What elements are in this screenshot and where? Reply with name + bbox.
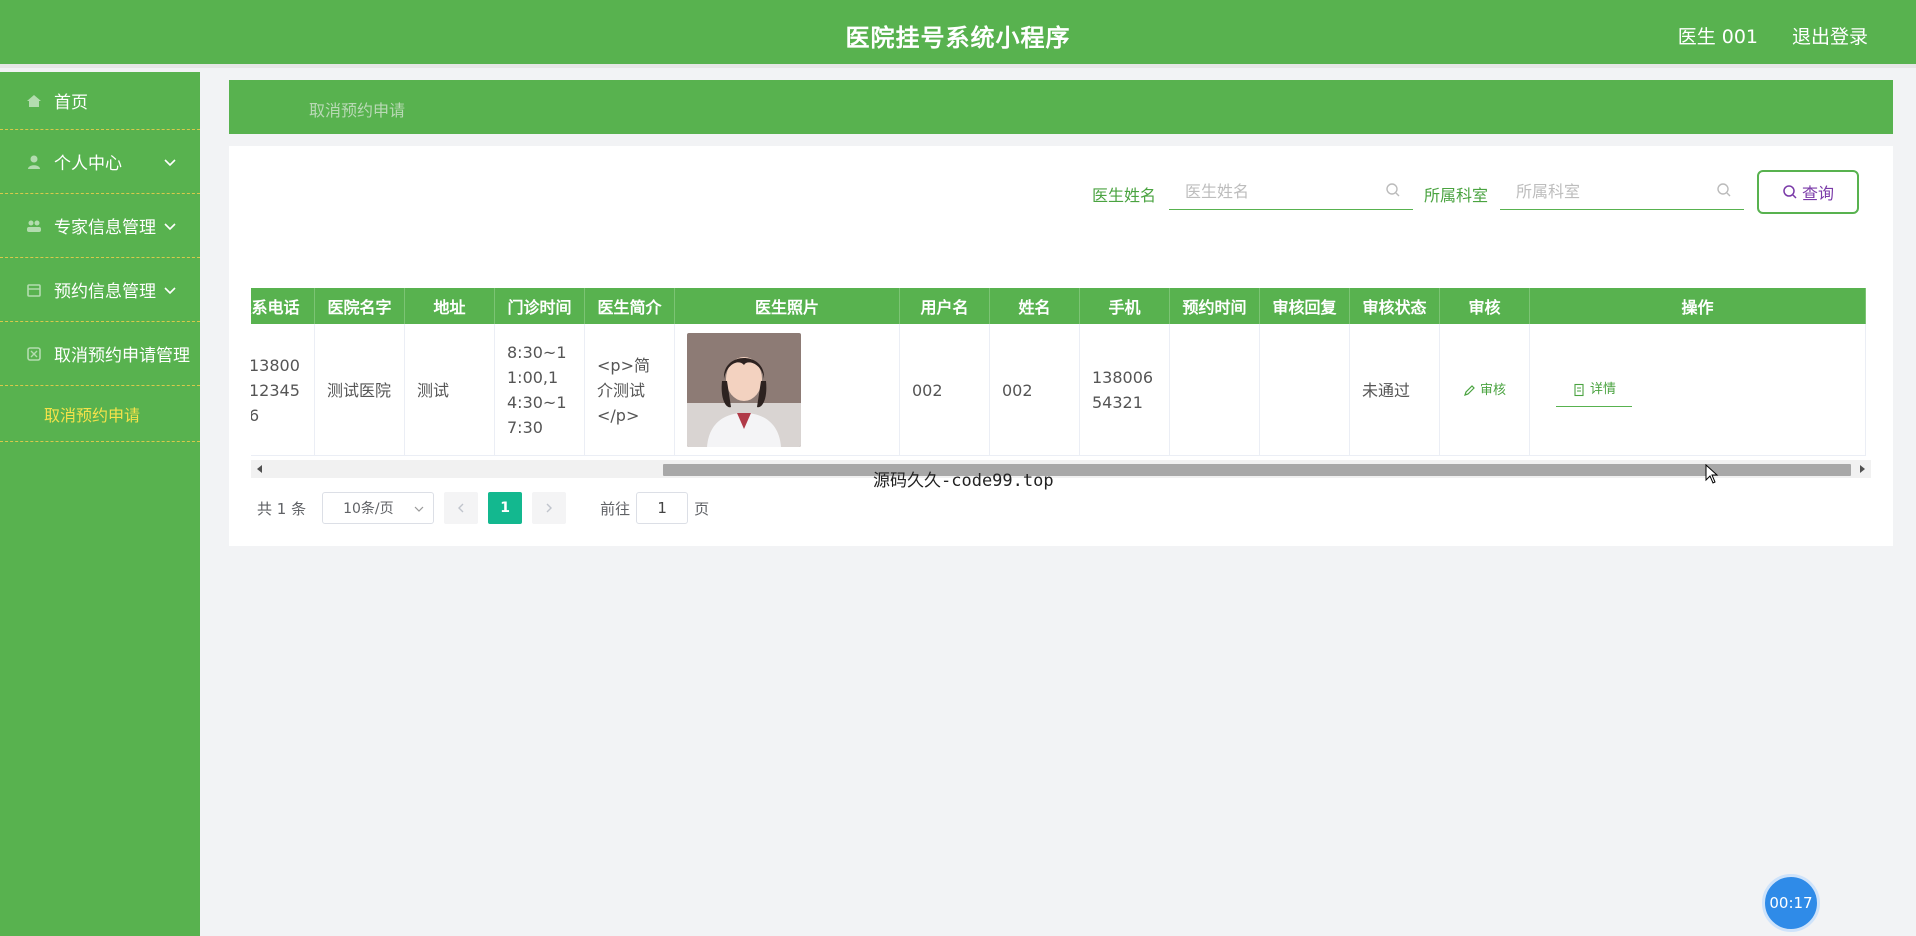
col-appt-time: 预约时间 [1170, 288, 1260, 324]
cell-appt-time [1170, 324, 1260, 456]
app-title: 医院挂号系统小程序 [845, 24, 1071, 52]
review-button-label: 审核 [1479, 382, 1506, 398]
goto-prefix: 前往 [600, 499, 631, 518]
cell-address: 测试 [405, 324, 495, 456]
col-address: 地址 [405, 288, 495, 324]
chevron-right-icon [546, 503, 553, 513]
prev-page-button[interactable] [444, 492, 479, 524]
cell-status: 未通过 [1350, 324, 1440, 456]
data-table: 联系电话 医院名字 地址 门诊时间 医生简介 医生照片 用户名 姓名 手机 预约… [251, 288, 1871, 478]
goto-suffix: 页 [694, 499, 710, 518]
col-intro: 医生简介 [585, 288, 675, 324]
overlay-caption: 源码久久-code99.top [873, 471, 1054, 491]
col-mobile: 手机 [1080, 288, 1170, 324]
col-photo: 医生照片 [675, 288, 900, 324]
sidebar-item-label: 个人中心 [54, 154, 122, 174]
col-status: 审核状态 [1350, 288, 1440, 324]
cell-intro: <p>简介测试</p> [585, 324, 675, 456]
next-page-button[interactable] [532, 492, 567, 524]
search-icon [1386, 183, 1400, 197]
scroll-left-icon[interactable] [255, 464, 265, 474]
sidebar-item-label: 专家信息管理 [54, 218, 156, 238]
cell-username: 002 [900, 324, 990, 456]
cancel-icon [26, 346, 42, 362]
cell-photo [675, 324, 900, 456]
page-number-button[interactable]: 1 [488, 492, 523, 524]
people-icon [26, 218, 42, 234]
pagination: 共 1 条 10条/页 1 前往 1 页 [257, 492, 709, 524]
table-row: 13800123456 测试医院 测试 8:30~11:00,14:30~17:… [251, 324, 1866, 456]
logout-button[interactable]: 退出登录 [1792, 22, 1868, 49]
chevron-down-icon [164, 286, 176, 294]
detail-button-label: 详情 [1590, 382, 1617, 397]
user-icon [26, 154, 42, 170]
query-button-label: 查询 [1801, 184, 1834, 203]
chevron-down-icon [414, 506, 424, 512]
search-icon [1783, 185, 1797, 199]
sidebar: 首页 个人中心 专家信息管理 预约信息管理 取消预约申请管理 取消预约申请 [0, 72, 200, 936]
cell-hospital: 测试医院 [315, 324, 405, 456]
search-icon [1717, 183, 1731, 197]
col-username: 用户名 [900, 288, 990, 324]
cell-reply [1260, 324, 1350, 456]
sidebar-item-label: 首页 [54, 93, 88, 113]
scrollbar-thumb[interactable] [663, 464, 1851, 476]
breadcrumb: 取消预约申请 [229, 80, 1893, 134]
sidebar-item-personal-center[interactable]: 个人中心 [0, 130, 200, 194]
chevron-down-icon [164, 158, 176, 166]
page-size-value: 10条/页 [343, 501, 394, 517]
cell-name: 002 [990, 324, 1080, 456]
sidebar-item-cancel-management[interactable]: 取消预约申请管理 [0, 322, 200, 386]
edit-icon [1464, 385, 1475, 396]
goto-page-input[interactable]: 1 [636, 492, 689, 524]
goto-page: 前往 1 页 [600, 492, 709, 524]
table-header: 联系电话 医院名字 地址 门诊时间 医生简介 医生照片 用户名 姓名 手机 预约… [251, 288, 1866, 324]
page-size-select[interactable]: 10条/页 [322, 492, 435, 524]
top-header: 医院挂号系统小程序 医生 001 退出登录 [0, 0, 1916, 68]
sidebar-item-appointment-info[interactable]: 预约信息管理 [0, 258, 200, 322]
query-button[interactable]: 查询 [1757, 170, 1859, 214]
scroll-right-icon[interactable] [1857, 464, 1867, 474]
timer-badge[interactable]: 00:17 [1762, 874, 1820, 932]
cell-mobile: 13800654321 [1080, 324, 1170, 456]
home-icon [26, 93, 42, 109]
cell-review: 审核 [1440, 324, 1530, 456]
chevron-down-icon [164, 222, 176, 230]
cell-hours: 8:30~11:00,14:30~17:30 [495, 324, 585, 456]
department-label: 所属科室 [1424, 186, 1489, 205]
total-count: 共 1 条 [257, 499, 307, 518]
horizontal-scrollbar[interactable] [251, 460, 1871, 478]
col-hospital: 医院名字 [315, 288, 405, 324]
col-actions: 操作 [1530, 288, 1866, 324]
breadcrumb-current: 取消预约申请 [309, 101, 406, 120]
col-review: 审核 [1440, 288, 1530, 324]
sidebar-item-label: 预约信息管理 [54, 282, 156, 302]
col-hours: 门诊时间 [495, 288, 585, 324]
col-name: 姓名 [990, 288, 1080, 324]
current-user: 医生 001 [1677, 26, 1758, 48]
col-reply: 审核回复 [1260, 288, 1350, 324]
department-placeholder: 所属科室 [1516, 181, 1581, 201]
review-button[interactable]: 审核 [1463, 378, 1506, 403]
sidebar-item-label: 取消预约申请管理 [54, 346, 190, 366]
document-icon [1574, 383, 1584, 396]
sidebar-subitem-cancel-request[interactable]: 取消预约申请 [0, 386, 200, 442]
department-input[interactable]: 所属科室 [1500, 170, 1744, 210]
chevron-left-icon [458, 503, 464, 513]
doctor-name-placeholder: 医生姓名 [1185, 181, 1250, 201]
mouse-cursor-icon [1705, 464, 1719, 484]
main-card: 医生姓名 医生姓名 所属科室 所属科室 查询 联系电话 医院名字 地址 门诊时间… [229, 146, 1893, 546]
sidebar-item-expert-info[interactable]: 专家信息管理 [0, 194, 200, 258]
calendar-icon [26, 282, 42, 298]
cell-phone: 13800123456 [251, 324, 315, 456]
col-phone: 联系电话 [251, 288, 315, 324]
sidebar-item-home[interactable]: 首页 [0, 72, 200, 130]
cell-actions: 详情 [1530, 324, 1866, 456]
doctor-name-label: 医生姓名 [1092, 186, 1157, 205]
doctor-name-input[interactable]: 医生姓名 [1169, 170, 1413, 210]
doctor-photo [687, 333, 801, 447]
detail-button[interactable]: 详情 [1556, 373, 1633, 407]
